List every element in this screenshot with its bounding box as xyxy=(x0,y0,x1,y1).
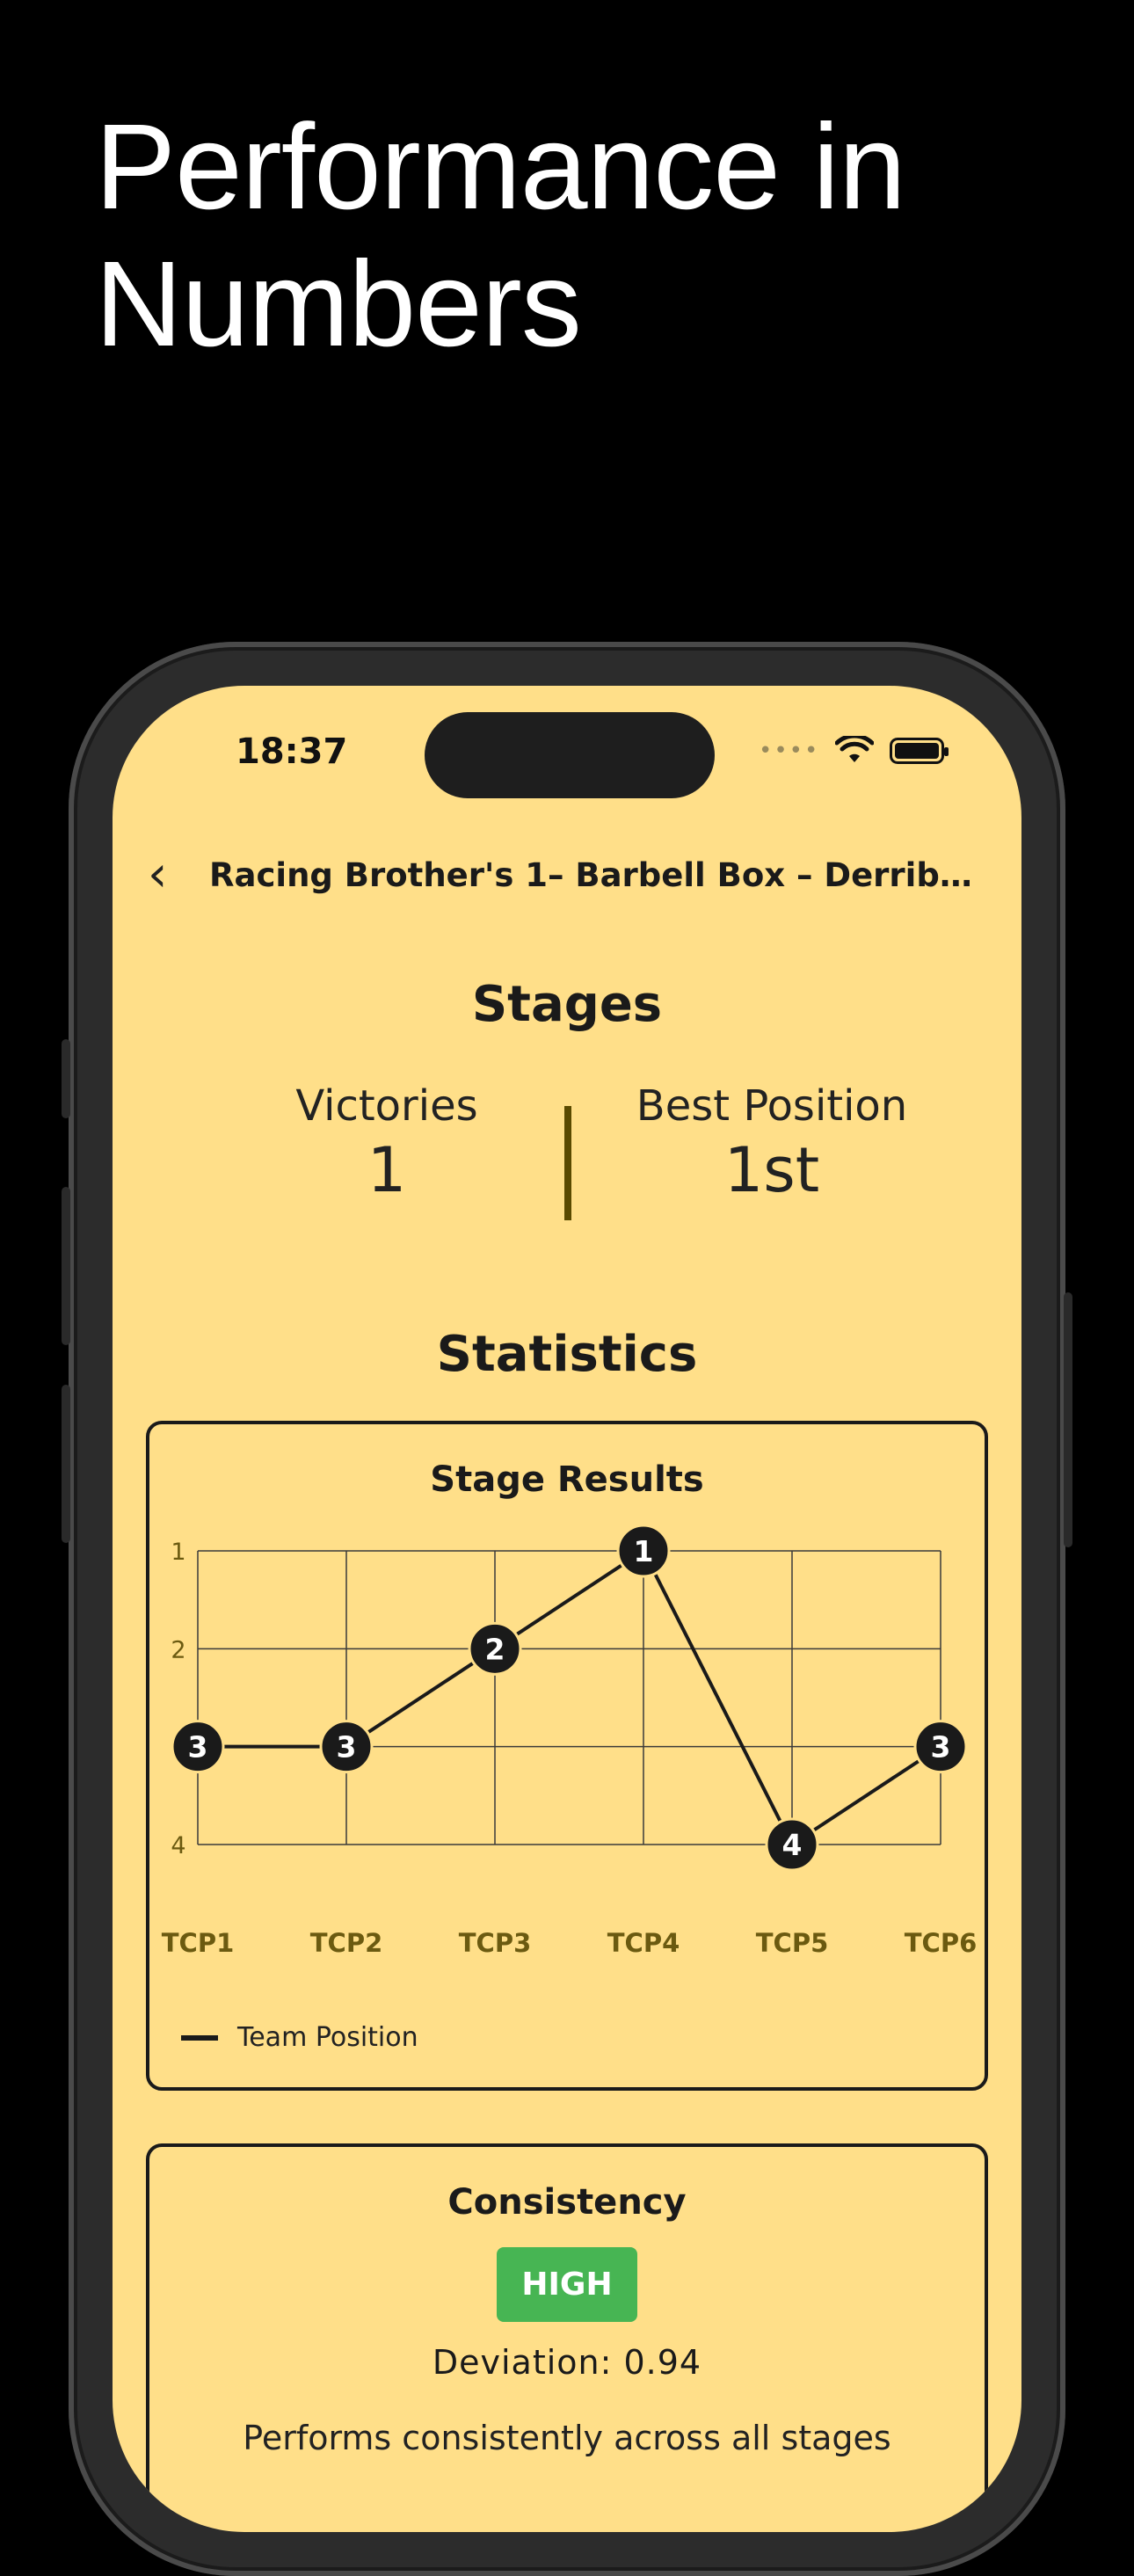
nav-bar: ‹ Racing Brother's 1– Barbell Box – Derr… xyxy=(148,844,992,906)
consistency-description: Performs consistently across all stages xyxy=(243,2419,891,2457)
x-tick-label: TCP4 xyxy=(607,1928,680,1958)
stage-results-card: Stage Results TCP1 TCP2 TCP3 TCP4 TCP5 TCP6 1 2… xyxy=(146,1421,988,2091)
data-label: 2 xyxy=(485,1632,505,1666)
consistency-card: Consistency HIGH Deviation: 0.94 Perform… xyxy=(146,2143,988,2532)
headline: Performance in Numbers xyxy=(95,99,906,372)
series-line xyxy=(198,1549,942,1846)
y-tick-label: 1 xyxy=(171,1539,185,1566)
dynamic-island xyxy=(425,712,715,798)
cellular-signal-icon: •••• xyxy=(759,738,820,764)
stages-title: Stages xyxy=(471,976,663,1033)
x-tick-label: TCP6 xyxy=(905,1928,978,1958)
side-button-volume-up xyxy=(62,1187,70,1345)
nav-title: Racing Brother's 1– Barbell Box – Derrib… xyxy=(209,855,983,894)
best-position-stat: Best Position 1st xyxy=(614,1081,930,1206)
status-icons: •••• xyxy=(759,731,949,770)
deviation-text: Deviation: 0.94 xyxy=(432,2343,702,2382)
y-tick-label: 2 xyxy=(171,1636,185,1663)
chart-legend: Team Position xyxy=(181,2022,418,2053)
y-tick-label: 4 xyxy=(171,1832,185,1859)
phone-screen: 18:37 •••• ‹ Racing Brother's 1– Barbell… xyxy=(113,686,1021,2532)
data-label: 3 xyxy=(188,1730,208,1765)
best-position-label: Best Position xyxy=(636,1081,908,1131)
data-label: 3 xyxy=(337,1730,357,1765)
statistics-title: Statistics xyxy=(436,1326,698,1383)
x-tick-label: TCP5 xyxy=(756,1928,829,1958)
consistency-title: Consistency xyxy=(447,2182,687,2223)
legend-line-swatch xyxy=(181,2034,218,2041)
wifi-icon xyxy=(835,736,875,762)
best-position-value: 1st xyxy=(723,1134,820,1206)
data-label: 3 xyxy=(931,1730,951,1765)
status-time: 18:37 xyxy=(236,731,348,772)
data-label: 4 xyxy=(782,1828,803,1862)
victories-stat: Victories 1 xyxy=(229,1081,545,1206)
x-tick-label: TCP2 xyxy=(310,1928,383,1958)
side-button-action xyxy=(62,1039,70,1118)
data-label: 1 xyxy=(634,1534,654,1568)
consistency-badge: HIGH xyxy=(497,2247,637,2322)
legend-label: Team Position xyxy=(237,2022,418,2053)
back-chevron-icon[interactable]: ‹ xyxy=(148,850,200,899)
chart-title: Stage Results xyxy=(430,1459,704,1500)
x-tick-label: TCP1 xyxy=(162,1928,235,1958)
victories-value: 1 xyxy=(367,1134,407,1206)
stage-results-chart: TCP1 TCP2 TCP3 TCP4 TCP5 TCP6 1 2 4 3 3 2 1 4 3 xyxy=(162,1524,978,1958)
side-button-volume-down xyxy=(62,1385,70,1543)
victories-label: Victories xyxy=(295,1081,478,1131)
x-tick-label: TCP3 xyxy=(459,1928,532,1958)
battery-icon xyxy=(890,738,949,764)
side-button-power xyxy=(1064,1292,1072,1547)
stat-divider xyxy=(564,1106,571,1220)
